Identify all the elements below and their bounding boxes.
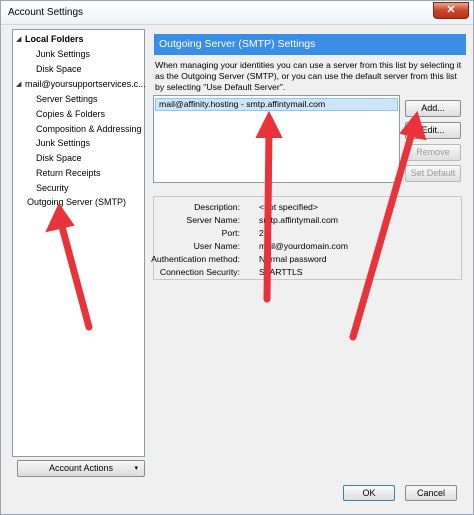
arrow-head: [45, 203, 75, 233]
account-settings-window: Account Settings ✕ ◢ Local Folders Junk …: [0, 0, 474, 515]
arrow-add-button: [349, 125, 417, 341]
arrow-head: [399, 110, 427, 141]
arrow-outgoing-server: [57, 219, 93, 331]
arrow-server-list: [263, 125, 273, 303]
annotation-arrows: [45, 110, 427, 341]
arrow-head: [255, 110, 283, 138]
